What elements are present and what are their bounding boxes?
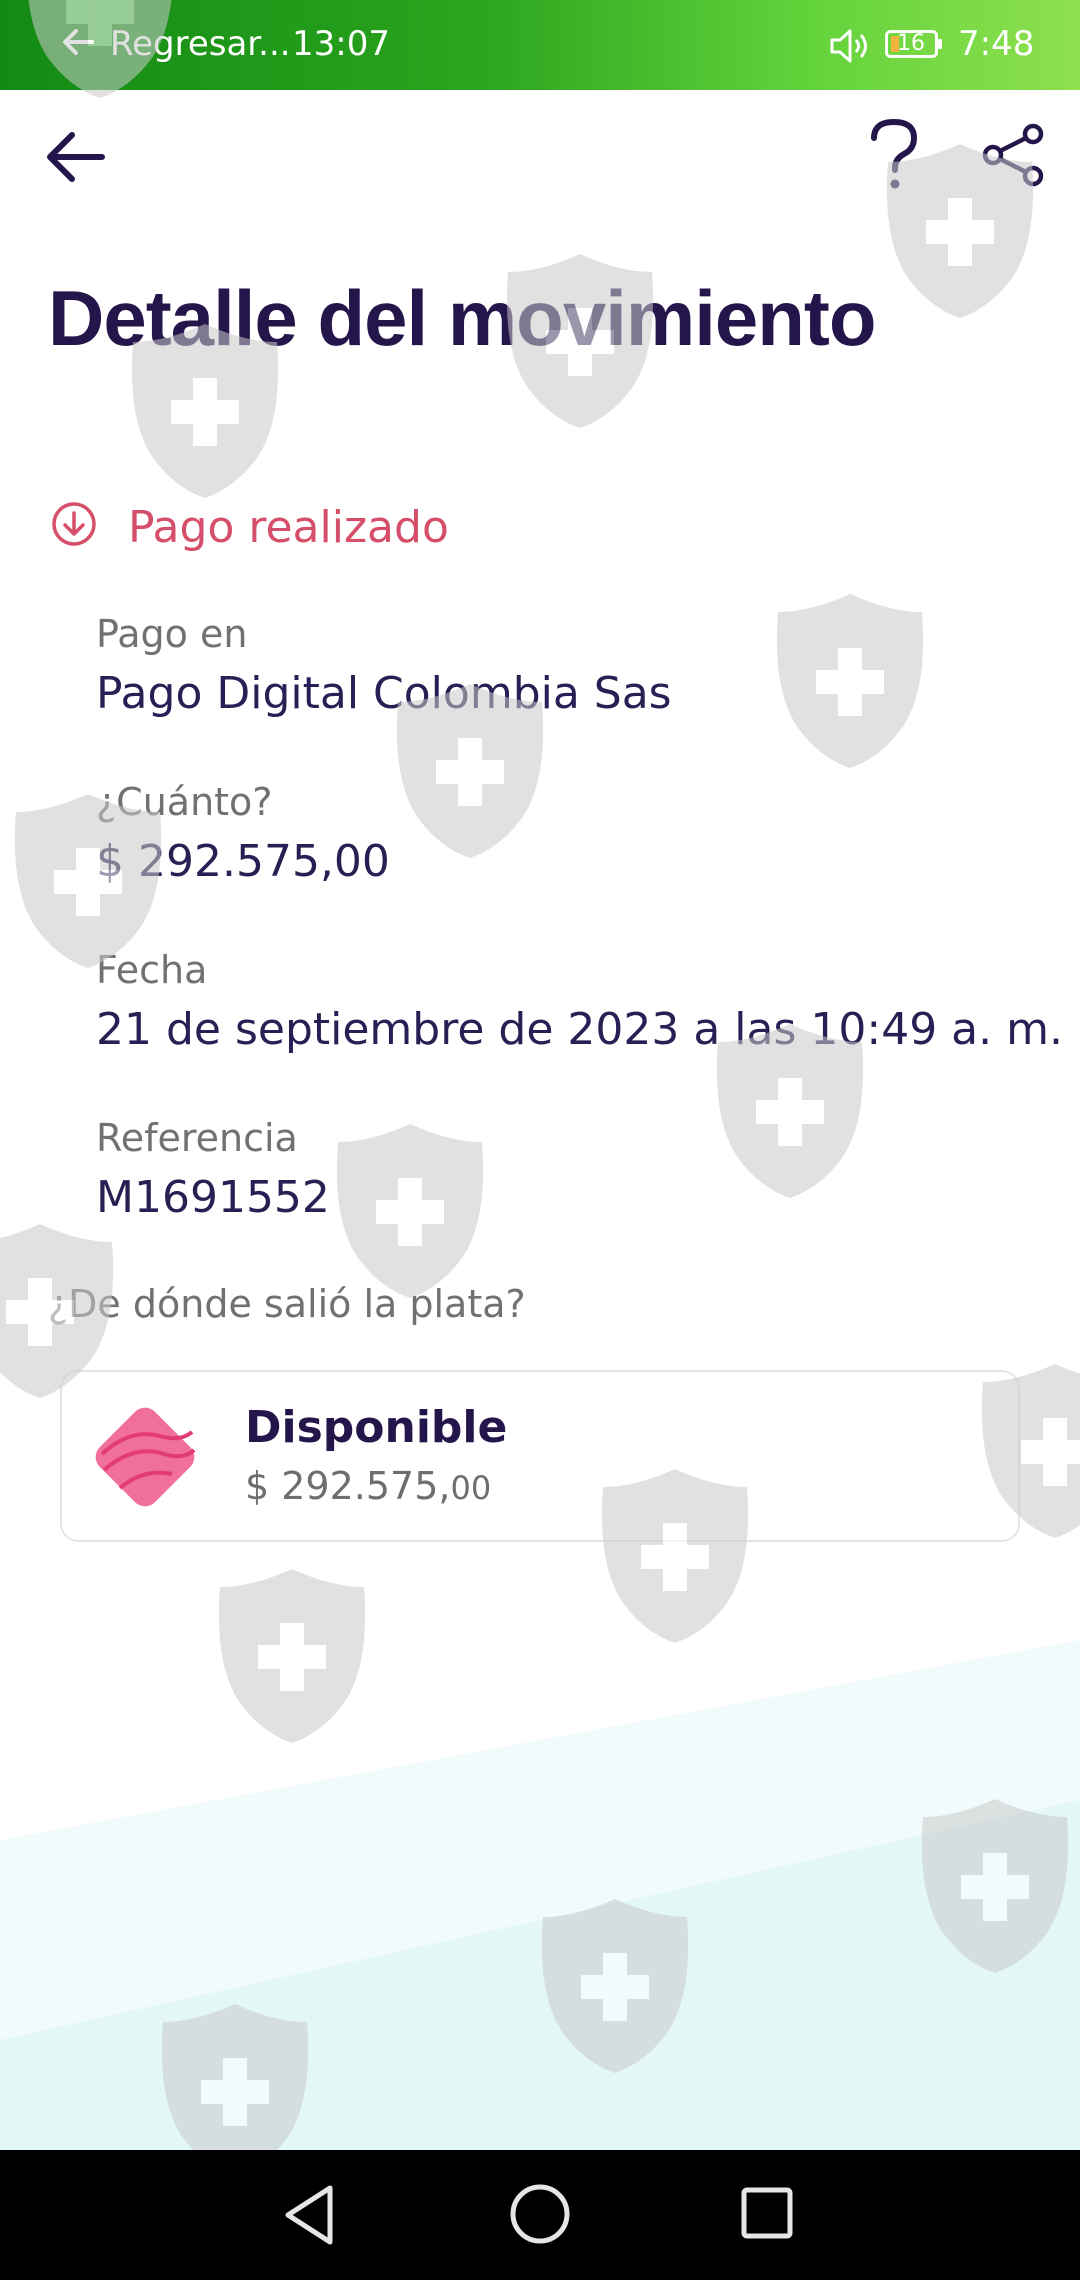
source-amount-main: $ 292.575,: [245, 1464, 451, 1508]
home-circle-icon[interactable]: [508, 2182, 572, 2246]
battery-level: 16: [897, 31, 925, 56]
recents-square-icon[interactable]: [738, 2184, 796, 2242]
date-label: Fecha: [96, 948, 208, 992]
page-title: Detalle del movimiento: [48, 274, 877, 362]
back-arrow-icon[interactable]: [40, 122, 110, 192]
pocket-icon: [95, 1407, 196, 1507]
amount-value: $ 292.575,00: [96, 836, 390, 887]
source-amount: $ 292.575,00: [245, 1464, 491, 1508]
status-time-right: 7:48: [958, 24, 1035, 64]
source-amount-cents: 00: [450, 1469, 492, 1507]
system-nav-bar: [0, 2150, 1080, 2280]
status-label: Pago realizado: [128, 502, 449, 553]
help-icon[interactable]: [862, 118, 926, 192]
status-time-left: 13:07: [292, 24, 390, 64]
watermark-shield-icon: [336, 1124, 484, 1298]
funds-source-card[interactable]: Disponible $ 292.575,00: [60, 1370, 1020, 1542]
date-value: 21 de septiembre de 2023 a las 10:49 a. …: [96, 1004, 1063, 1055]
status-bar: Regresar... 13:07 16 7:48: [0, 0, 1080, 90]
watermark-shield-icon: [218, 1569, 366, 1743]
source-name: Disponible: [245, 1402, 508, 1453]
reference-label: Referencia: [96, 1116, 298, 1160]
background-decoration: [0, 1640, 1080, 2160]
payee-label: Pago en: [96, 612, 248, 656]
battery-icon: 16: [885, 30, 943, 58]
volume-icon: [830, 29, 867, 63]
watermark-shield-icon: [921, 1799, 1069, 1973]
watermark-shield-icon: [776, 594, 924, 768]
reference-value: M1691552: [96, 1172, 330, 1223]
download-circle-icon: [52, 502, 96, 546]
back-triangle-icon[interactable]: [280, 2182, 340, 2248]
return-app-label[interactable]: Regresar...: [110, 24, 291, 64]
back-arrow-icon[interactable]: [58, 22, 98, 62]
amount-label: ¿Cuánto?: [96, 780, 273, 824]
watermark-shield-icon: [541, 1899, 689, 2073]
funds-source-question: ¿De dónde salió la plata?: [48, 1282, 526, 1326]
share-icon[interactable]: [980, 122, 1046, 188]
payee-value: Pago Digital Colombia Sas: [96, 668, 672, 719]
